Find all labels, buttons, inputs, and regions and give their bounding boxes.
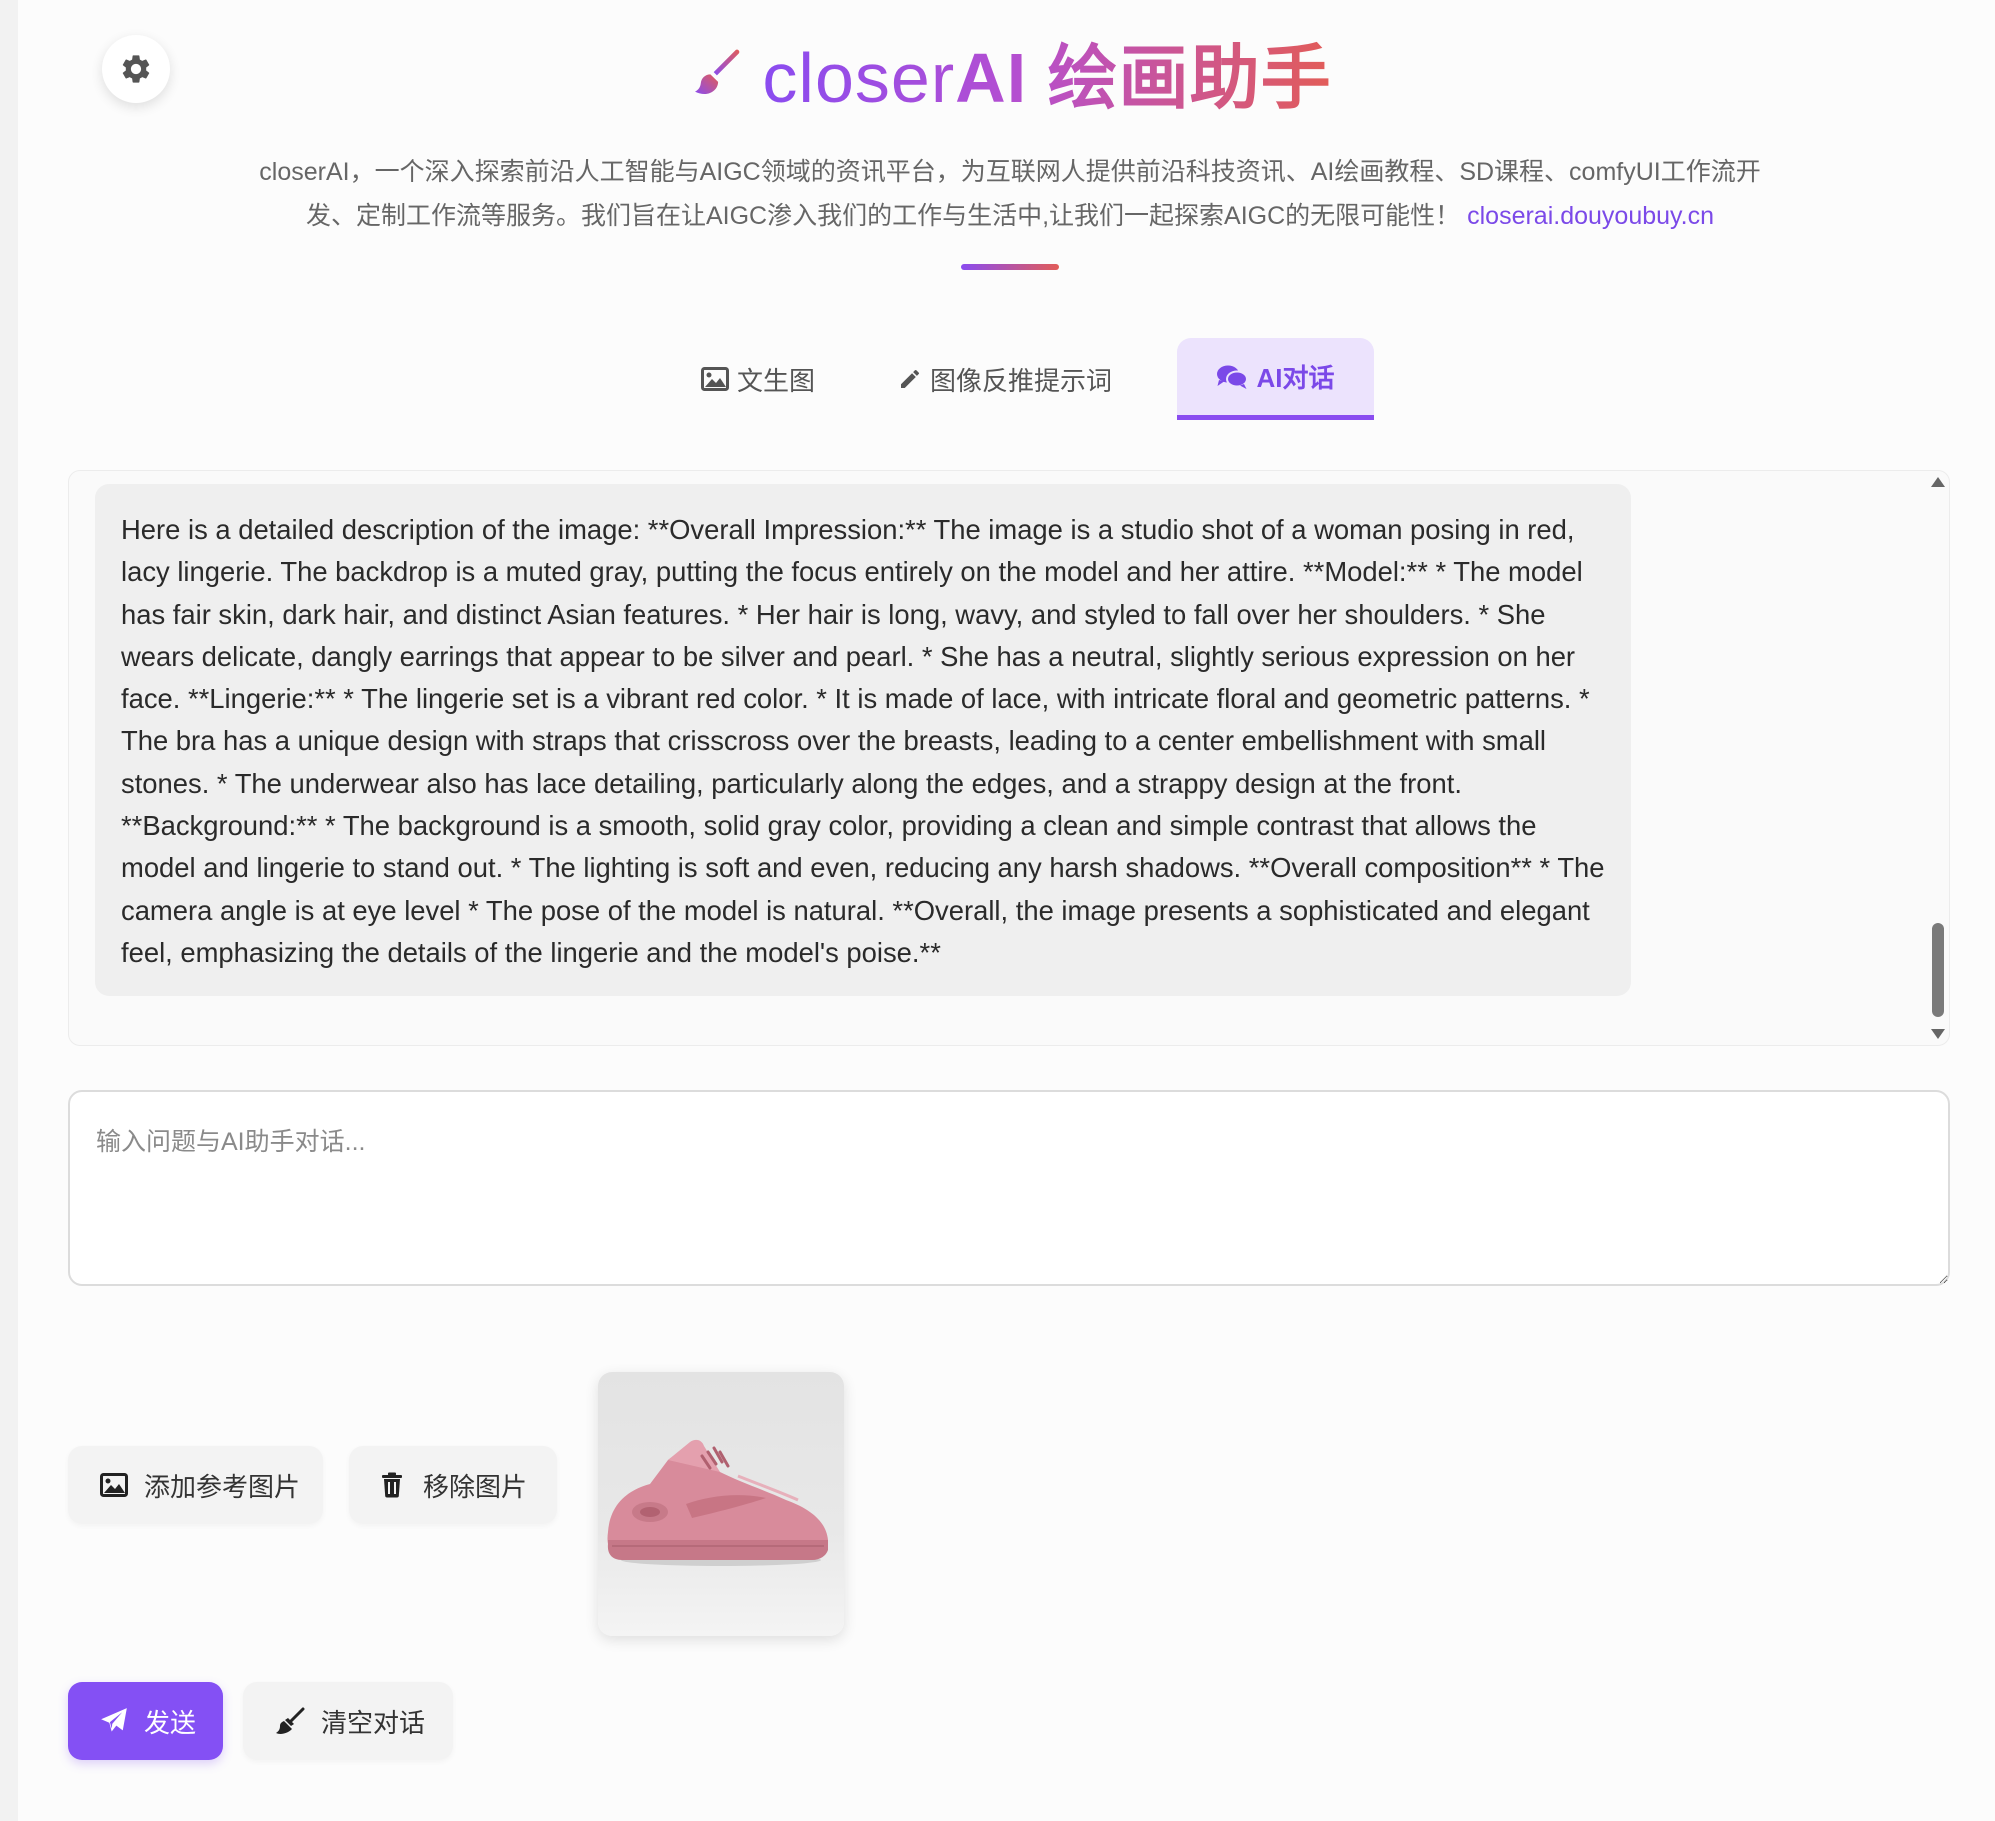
tab-bar: 文生图 图像反推提示词 AI对话 <box>0 338 1995 420</box>
paper-plane-icon <box>101 1708 127 1732</box>
clear-chat-label: 清空对话 <box>321 1707 426 1738</box>
tab-ai-chat[interactable]: AI对话 <box>1177 338 1374 420</box>
tab-text-to-image[interactable]: 文生图 <box>658 338 858 420</box>
chat-history[interactable]: Here is a detailed description of the im… <box>68 470 1950 1046</box>
chat-input[interactable] <box>68 1090 1950 1286</box>
trash-icon <box>382 1472 402 1498</box>
pencil-icon <box>900 369 919 388</box>
pink-sneaker-image <box>607 1439 828 1566</box>
scrollbar-thumb[interactable] <box>1932 923 1944 1017</box>
tab-label: AI对话 <box>1256 363 1335 393</box>
title-ai: AI <box>955 39 1028 117</box>
title-suffix: 绘画助手 <box>1027 39 1332 117</box>
broom-icon <box>276 1707 305 1734</box>
add-image-button[interactable]: 添加参考图片 <box>68 1446 323 1524</box>
reference-image-thumbnail[interactable] <box>598 1372 844 1636</box>
page-title: closerAI 绘画助手 <box>688 22 1331 123</box>
site-description: closerAI，一个深入探索前沿人工智能与AIGC领域的资讯平台，为互联网人提… <box>250 150 1770 238</box>
header: closerAI 绘画助手 <box>0 22 1995 123</box>
image-icon <box>700 367 729 391</box>
send-label: 发送 <box>144 1707 197 1738</box>
tab-label: 图像反推提示词 <box>929 365 1112 396</box>
scroll-up-arrow[interactable] <box>1931 477 1945 487</box>
image-icon <box>100 1473 128 1497</box>
title-text: closerAI 绘画助手 <box>762 22 1331 123</box>
scroll-down-arrow[interactable] <box>1931 1029 1945 1039</box>
site-link[interactable]: closerai.douyoubuy.cn <box>1467 202 1714 230</box>
tab-label: 文生图 <box>736 365 815 396</box>
comments-icon <box>1217 365 1249 389</box>
paintbrush-icon <box>695 49 740 94</box>
title-prefix: closer <box>762 39 956 117</box>
add-image-label: 添加参考图片 <box>144 1471 301 1502</box>
assistant-message: Here is a detailed description of the im… <box>95 484 1631 996</box>
remove-image-button[interactable]: 移除图片 <box>349 1446 557 1524</box>
left-edge-strip <box>0 0 18 1821</box>
remove-image-label: 移除图片 <box>423 1471 528 1502</box>
header-divider <box>961 264 1059 270</box>
tab-image-to-prompt[interactable]: 图像反推提示词 <box>880 338 1130 420</box>
clear-chat-button[interactable]: 清空对话 <box>243 1682 453 1760</box>
send-button[interactable]: 发送 <box>68 1682 223 1760</box>
